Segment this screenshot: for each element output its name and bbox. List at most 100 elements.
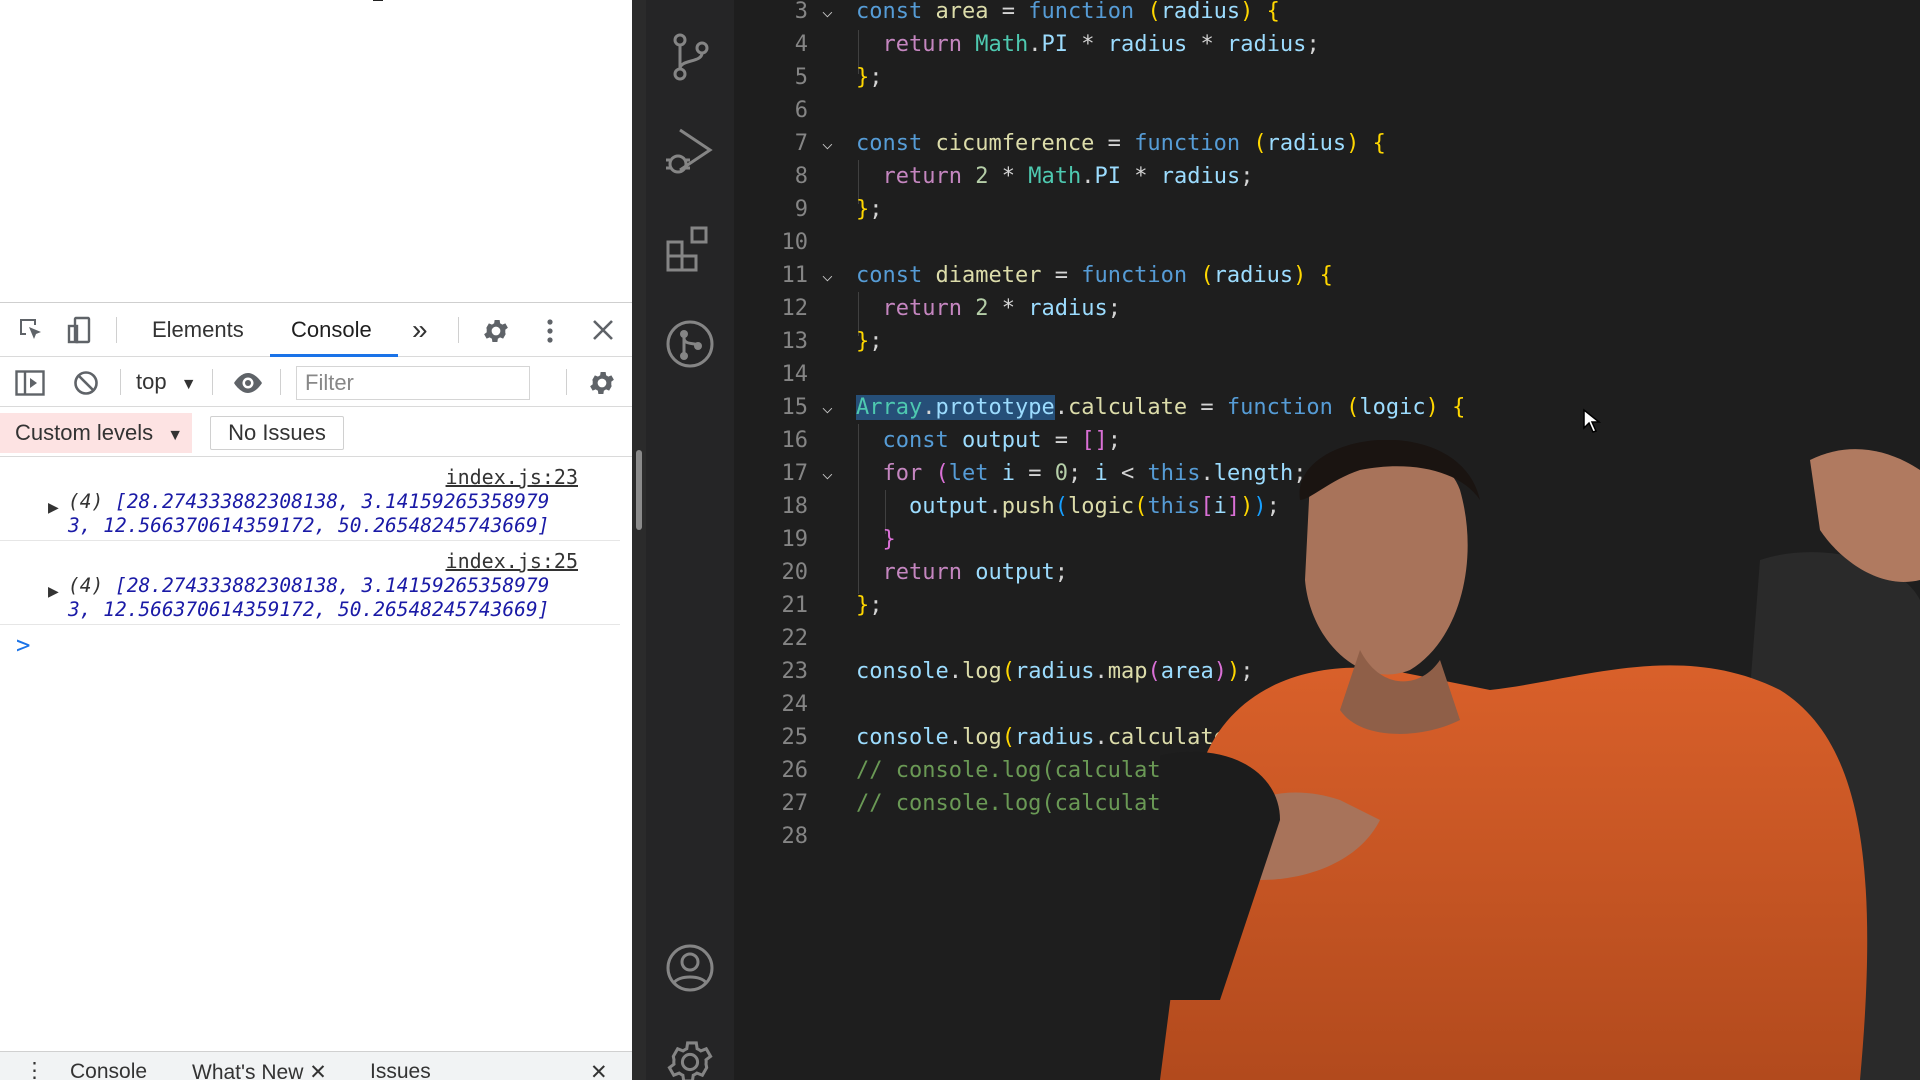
- toolbar-separator: [116, 317, 117, 343]
- close-icon[interactable]: ✕: [309, 1061, 327, 1080]
- array-line-2: 3, 12.566370614359172, 50.26548245743669…: [68, 598, 550, 621]
- drawer-tab-console[interactable]: Console: [70, 1060, 147, 1080]
- fold-chevron-icon[interactable]: ⌵: [822, 0, 840, 28]
- code-text: const area = function (radius) {: [856, 0, 1280, 24]
- pane-divider[interactable]: [632, 0, 646, 1080]
- line-number: 28: [781, 824, 809, 849]
- manage-gear-icon[interactable]: [664, 1036, 716, 1080]
- tab-elements[interactable]: Elements: [152, 303, 244, 357]
- git-graph-icon[interactable]: [664, 318, 716, 370]
- kebab-menu-icon[interactable]: [538, 315, 562, 347]
- tab-console[interactable]: Console: [291, 303, 372, 357]
- extensions-icon[interactable]: [664, 222, 716, 274]
- web-page-area: [0, 0, 632, 302]
- expand-triangle-icon[interactable]: ▶: [48, 499, 59, 516]
- toolbar-separator: [120, 369, 121, 395]
- code-line: 7 ⌵ const cicumference = function (radius)…: [734, 127, 1920, 160]
- toolbar-separator: [458, 317, 459, 343]
- code-line: 13};: [734, 325, 1920, 358]
- line-number: 27: [781, 791, 809, 816]
- line-number: 4: [794, 32, 808, 57]
- drawer-tab-whats-new-label: What's New: [192, 1061, 304, 1080]
- line-number: 7: [794, 131, 808, 156]
- array-value[interactable]: (4) [28.274333882308138, 3.1415926535897…: [68, 574, 588, 598]
- console-message: index.js:25 ▶ (4) [28.274333882308138, 3…: [0, 541, 620, 625]
- code-line: 10: [734, 226, 1920, 259]
- line-number: 16: [781, 428, 809, 453]
- toolbar-separator: [566, 369, 567, 395]
- code-text: };: [856, 65, 883, 90]
- gear-icon[interactable]: [480, 315, 512, 347]
- code-text: };: [856, 197, 883, 222]
- array-line-1: [28.274333882308138, 3.14159265358979: [114, 490, 550, 513]
- drawer-tabbar: ⋮ Console What's New ✕ Issues ✕: [0, 1051, 632, 1080]
- code-line: 11 ⌵ const diameter = function (radius) {: [734, 259, 1920, 292]
- code-text: };: [856, 593, 883, 618]
- drawer-tab-whats-new[interactable]: What's New ✕: [192, 1060, 327, 1080]
- source-link[interactable]: index.js:25: [446, 549, 578, 573]
- context-label: top: [136, 369, 167, 394]
- line-number: 10: [781, 230, 809, 255]
- toolbar-separator: [212, 369, 213, 395]
- dropdown-arrow-icon: ▼: [167, 427, 184, 444]
- line-number: 19: [781, 527, 809, 552]
- filter-input[interactable]: Filter: [296, 366, 530, 400]
- close-icon[interactable]: [588, 315, 618, 345]
- fold-chevron-icon[interactable]: ⌵: [822, 391, 840, 424]
- line-number: 23: [781, 659, 809, 684]
- activity-bar: [646, 0, 734, 1080]
- array-value[interactable]: (4) [28.274333882308138, 3.1415926535897…: [68, 490, 588, 514]
- dropdown-arrow-icon: ▼: [180, 376, 197, 393]
- scrollbar-thumb[interactable]: [636, 450, 642, 530]
- code-text: return Math.PI * radius * radius;: [882, 32, 1320, 57]
- array-count: (4): [68, 574, 104, 597]
- expand-triangle-icon[interactable]: ▶: [48, 583, 59, 600]
- drawer-tab-issues[interactable]: Issues: [370, 1060, 431, 1080]
- line-number: 18: [781, 494, 809, 519]
- line-number: 5: [794, 65, 808, 90]
- account-icon[interactable]: [664, 942, 716, 994]
- fold-chevron-icon[interactable]: ⌵: [822, 457, 840, 490]
- code-line: 6: [734, 94, 1920, 127]
- console-levels-bar: Custom levels ▼ No Issues: [0, 407, 632, 457]
- more-tabs-button[interactable]: »: [412, 303, 428, 357]
- line-number: 14: [781, 362, 809, 387]
- inspect-element-icon[interactable]: [16, 315, 46, 345]
- console-prompt[interactable]: >: [16, 631, 30, 659]
- eye-icon[interactable]: [230, 367, 266, 399]
- gear-icon[interactable]: [586, 367, 618, 399]
- source-link[interactable]: index.js:23: [446, 465, 578, 489]
- context-selector[interactable]: top ▼: [136, 367, 197, 397]
- fold-chevron-icon[interactable]: ⌵: [822, 259, 840, 292]
- device-toolbar-icon[interactable]: [66, 315, 96, 345]
- console-output: index.js:23 ▶ (4) [28.274333882308138, 3…: [0, 457, 632, 1057]
- mouse-pointer-icon: [1583, 408, 1602, 433]
- code-line: 4 return Math.PI * radius * radius;: [734, 28, 1920, 61]
- devtools-tabbar: Elements Console »: [0, 303, 632, 357]
- code-line: 14: [734, 358, 1920, 391]
- code-text: const output = [];: [882, 428, 1121, 453]
- line-number: 21: [781, 593, 809, 618]
- drawer-menu-icon[interactable]: ⋮: [24, 1058, 45, 1080]
- code-text: return 2 * radius;: [882, 296, 1121, 321]
- devtools-panel: Elements Console » top ▼ Filter Custom l…: [0, 302, 632, 1080]
- toolbar-separator: [280, 369, 281, 395]
- line-number: 3: [794, 0, 808, 24]
- code-text: return output;: [882, 560, 1068, 585]
- line-number: 20: [781, 560, 809, 585]
- code-text: }: [882, 527, 896, 552]
- line-number: 24: [781, 692, 809, 717]
- log-levels-dropdown[interactable]: Custom levels ▼: [0, 413, 192, 453]
- sidebar-toggle-icon[interactable]: [14, 367, 46, 399]
- line-number: 25: [781, 725, 809, 750]
- array-line-2: 3, 12.566370614359172, 50.26548245743669…: [68, 514, 550, 537]
- close-icon[interactable]: ✕: [590, 1060, 608, 1080]
- clear-console-icon[interactable]: [70, 367, 102, 399]
- run-debug-icon[interactable]: [664, 126, 716, 178]
- source-control-icon[interactable]: [664, 30, 716, 82]
- presenter-video-overlay: [1160, 440, 1920, 1080]
- line-number: 8: [794, 164, 808, 189]
- issues-button[interactable]: No Issues: [210, 416, 344, 450]
- fold-chevron-icon[interactable]: ⌵: [822, 127, 840, 160]
- code-line: 12 return 2 * radius;: [734, 292, 1920, 325]
